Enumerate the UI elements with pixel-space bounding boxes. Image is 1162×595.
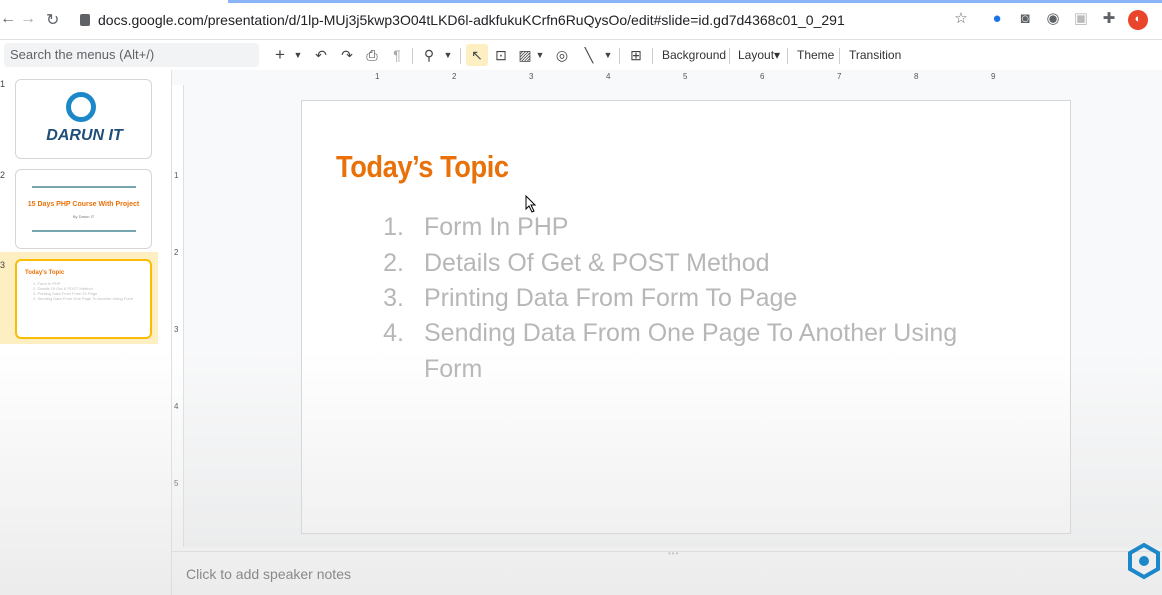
- extension-icon-3[interactable]: ▣: [1072, 10, 1090, 28]
- bookmark-star-icon[interactable]: ☆: [952, 10, 970, 28]
- profile-avatar[interactable]: ◐: [1128, 10, 1148, 30]
- ruler-tick: 9: [991, 72, 996, 81]
- forward-icon[interactable]: →: [20, 10, 36, 28]
- slide-thumbnail-1[interactable]: DARUN IT: [15, 79, 152, 159]
- notes-resize-handle[interactable]: •••: [668, 549, 679, 558]
- toolbar-divider: [787, 48, 788, 64]
- list-text: Details Of Get & POST Method: [424, 249, 770, 277]
- current-slide[interactable]: Today’s Topic 1. Form In PHP 2. Details …: [301, 100, 1071, 534]
- url-field[interactable]: docs.google.com/presentation/d/1lp-MUj3j…: [80, 7, 980, 33]
- screenshot-extension-icon[interactable]: ◙: [1016, 10, 1034, 28]
- image-dropdown-icon[interactable]: ▼: [535, 44, 545, 66]
- extension-profile-icon[interactable]: ●: [988, 10, 1006, 28]
- tab-strip-edge: [228, 0, 1162, 3]
- thumbnail-divider: [32, 230, 136, 232]
- thumbnail-divider: [32, 186, 136, 188]
- toolbar-divider: [839, 48, 840, 64]
- line-dropdown-icon[interactable]: ▼: [602, 44, 614, 66]
- slide-thumbnail-2[interactable]: 15 Days PHP Course With Project By Darun…: [15, 169, 152, 249]
- darun-logo-icon: [66, 92, 96, 122]
- toolbar-divider: [412, 48, 413, 64]
- extension-icon-2[interactable]: ◉: [1044, 10, 1062, 28]
- slide-thumbnail-3[interactable]: Today's Topic 1. Form In PHP 2. Details …: [15, 259, 152, 339]
- layout-button[interactable]: Layout▾: [738, 44, 780, 66]
- ruler-tick: 2: [174, 248, 179, 257]
- zoom-icon[interactable]: ⚲: [420, 44, 438, 66]
- slide-number: 1: [0, 79, 6, 89]
- thumbnail-list-item: 4. Sending Data From One Page To Another…: [33, 296, 134, 301]
- thumbnail-subtitle: By Darun IT: [72, 214, 95, 219]
- background-button[interactable]: Background: [662, 44, 726, 66]
- ruler-tick: 3: [174, 325, 179, 334]
- horizontal-ruler[interactable]: 1 2 3 4 5 6 7 8 9: [302, 72, 1070, 82]
- transition-button[interactable]: Transition: [849, 44, 901, 66]
- toolbar-divider: [729, 48, 730, 64]
- undo-icon[interactable]: ↶: [312, 44, 330, 66]
- slide-number: 3: [0, 260, 6, 270]
- list-number: 4.: [383, 319, 404, 347]
- thumbnail-title: 15 Days PHP Course With Project: [27, 201, 140, 208]
- ruler-tick: 7: [837, 72, 842, 81]
- speaker-notes[interactable]: ••• Click to add speaker notes: [172, 549, 1162, 595]
- list-text: Sending Data From One Page To Another Us…: [424, 319, 958, 347]
- ruler-tick: 1: [174, 171, 179, 180]
- redo-icon[interactable]: ↷: [338, 44, 356, 66]
- theme-button[interactable]: Theme: [797, 44, 834, 66]
- browser-address-bar: ← → ↻ docs.google.com/presentation/d/1lp…: [0, 0, 1162, 40]
- ruler-tick: 4: [174, 402, 179, 411]
- zoom-dropdown-icon[interactable]: ▼: [442, 44, 454, 66]
- extensions-puzzle-icon[interactable]: ✚: [1100, 10, 1118, 28]
- text-box-icon[interactable]: ⊡: [492, 44, 510, 66]
- slide-title[interactable]: Today’s Topic: [336, 149, 509, 185]
- url-text: docs.google.com/presentation/d/1lp-MUj3j…: [98, 12, 845, 28]
- paint-format-icon[interactable]: ¶: [389, 44, 405, 66]
- mouse-cursor-icon: [525, 195, 537, 213]
- search-menus-input[interactable]: Search the menus (Alt+/): [4, 43, 259, 67]
- ruler-tick: 1: [375, 72, 380, 81]
- thumbnail-brand-text: DARUN IT: [46, 127, 123, 144]
- toolbar-divider: [460, 48, 461, 64]
- reload-icon[interactable]: ↻: [46, 10, 59, 30]
- list-number: 1.: [383, 213, 404, 241]
- list-number: 2.: [383, 249, 404, 277]
- list-number: 3.: [383, 284, 404, 312]
- print-icon[interactable]: ⎙: [363, 44, 381, 66]
- thumbnail-title: Today's Topic: [25, 270, 65, 276]
- select-cursor-icon[interactable]: ↖: [466, 44, 488, 66]
- ruler-tick: 4: [606, 72, 611, 81]
- ruler-tick: 5: [683, 72, 688, 81]
- ruler-tick: 6: [760, 72, 765, 81]
- thumbnail-list: 1. Form In PHP 2. Details Of Get & POST …: [33, 281, 143, 301]
- speaker-notes-placeholder[interactable]: Click to add speaker notes: [186, 566, 351, 582]
- list-text: Printing Data From Form To Page: [424, 284, 798, 312]
- list-text: Form In PHP: [424, 213, 569, 241]
- image-icon[interactable]: ▨: [517, 44, 533, 66]
- line-icon[interactable]: ╲: [580, 44, 598, 66]
- add-comment-icon[interactable]: ⊞: [627, 44, 645, 66]
- shape-icon[interactable]: ◎: [553, 44, 571, 66]
- new-slide-icon[interactable]: +: [272, 44, 288, 66]
- slide-number: 2: [0, 170, 6, 180]
- ruler-tick: 5: [174, 479, 179, 488]
- list-text: Form: [424, 355, 483, 383]
- lock-icon: [80, 14, 90, 26]
- ruler-tick: 2: [452, 72, 457, 81]
- slides-toolbar: Search the menus (Alt+/) + ▼ ↶ ↷ ⎙ ¶ ⚲ ▼…: [0, 40, 1162, 70]
- ruler-tick: 8: [914, 72, 919, 81]
- slide-filmstrip: 1 DARUN IT 2 15 Days PHP Course With Pro…: [0, 70, 172, 595]
- toolbar-divider: [619, 48, 620, 64]
- toolbar-divider: [652, 48, 653, 64]
- vertical-ruler[interactable]: 1 2 3 4 5: [172, 85, 184, 547]
- ruler-tick: 3: [529, 72, 534, 81]
- darun-watermark-logo: [1128, 543, 1160, 579]
- back-icon[interactable]: ←: [0, 10, 16, 28]
- new-slide-dropdown-icon[interactable]: ▼: [292, 44, 304, 66]
